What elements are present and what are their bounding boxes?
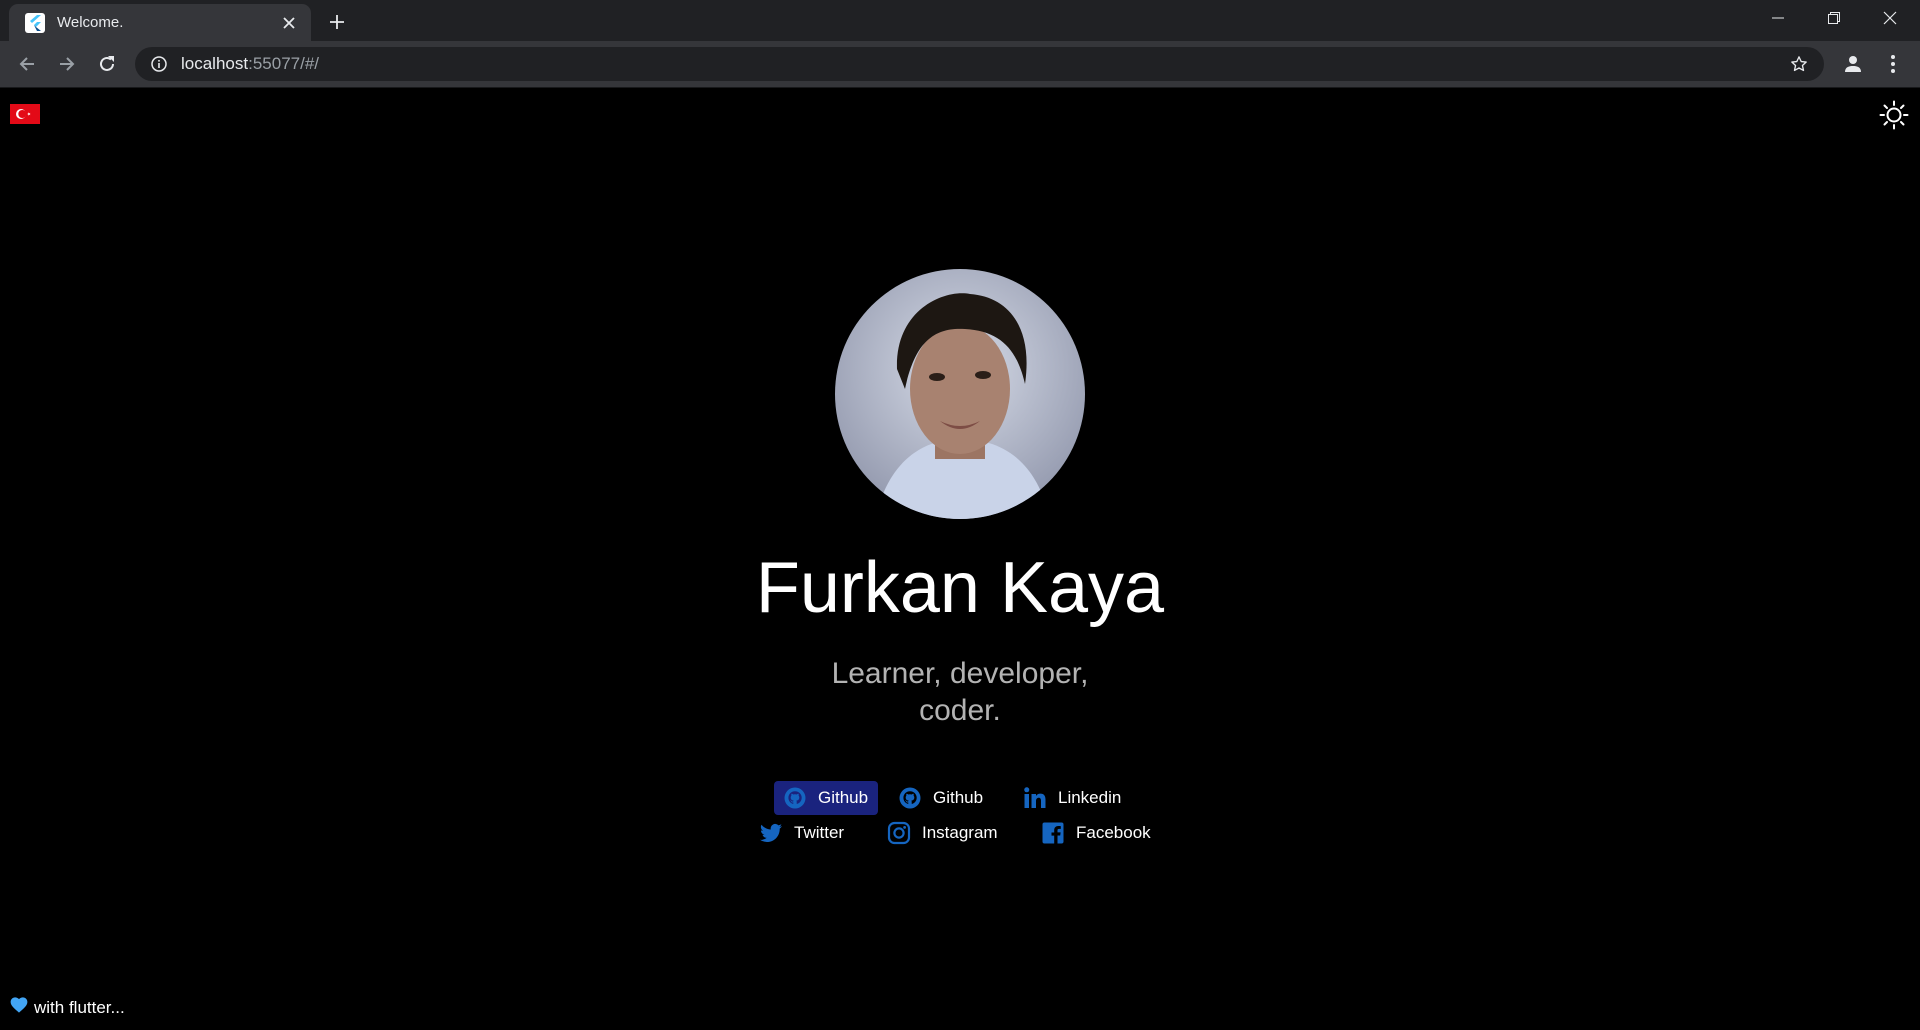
sun-theme-toggle-icon[interactable] [1879, 100, 1909, 130]
flutter-favicon-icon [25, 12, 45, 33]
menu-dots-icon[interactable] [1878, 49, 1908, 79]
instagram-link-button[interactable]: Instagram [886, 816, 998, 850]
turkish-flag-language-icon[interactable] [10, 104, 40, 124]
github-link-button[interactable]: Github [897, 781, 983, 815]
instagram-icon [886, 820, 912, 846]
bookmark-star-icon[interactable] [1784, 49, 1814, 79]
profile-tagline: Learner, developer, coder. [760, 655, 1160, 729]
twitter-icon [758, 820, 784, 846]
facebook-link-label: Facebook [1076, 823, 1151, 842]
browser-tab[interactable]: Welcome. [9, 4, 311, 41]
minimize-icon[interactable] [1750, 0, 1806, 36]
linkedin-link-button[interactable]: Linkedin [1022, 781, 1121, 815]
profile-name: Furkan Kaya [755, 548, 1165, 628]
site-info-icon[interactable] [149, 54, 169, 74]
footer-text: with flutter... [34, 997, 125, 1017]
tab-title: Welcome. [57, 14, 124, 31]
browser-toolbar: localhost:55077/#/ [0, 41, 1920, 87]
address-bar[interactable]: localhost:55077/#/ [135, 47, 1824, 81]
linkedin-link-label: Linkedin [1058, 788, 1122, 807]
facebook-link-button[interactable]: Facebook [1040, 816, 1151, 850]
footer: with flutter... [10, 997, 125, 1018]
window-close-icon[interactable] [1862, 0, 1918, 36]
twitter-link-button[interactable]: Twitter [758, 816, 844, 850]
reload-icon[interactable] [92, 49, 122, 79]
facebook-icon [1040, 820, 1066, 846]
github-icon [782, 785, 808, 811]
url-host: localhost [181, 54, 249, 73]
browser-tab-bar: Welcome. [0, 0, 1920, 41]
profile-avatar [835, 269, 1085, 519]
github-link-label: Github [818, 788, 869, 807]
url-text: localhost:55077/#/ [181, 54, 1784, 74]
github-link-label: Github [933, 788, 984, 807]
github-icon [897, 785, 923, 811]
toolbar-divider [0, 87, 1920, 88]
linkedin-icon [1022, 785, 1048, 811]
restore-icon[interactable] [1806, 0, 1862, 36]
instagram-link-label: Instagram [922, 823, 998, 842]
new-tab-icon[interactable] [323, 8, 351, 36]
url-path: :55077/#/ [248, 54, 320, 73]
blue-heart-icon [10, 997, 28, 1018]
back-arrow-icon[interactable] [12, 49, 42, 79]
github-link-button-active[interactable]: Github [774, 781, 879, 815]
profile-icon[interactable] [1838, 49, 1868, 79]
tagline-line-2: coder. [919, 694, 1001, 727]
tab-close-icon[interactable] [277, 11, 301, 35]
twitter-link-label: Twitter [794, 823, 845, 842]
tagline-line-1: Learner, developer, [831, 657, 1089, 690]
forward-arrow-icon[interactable] [52, 49, 82, 79]
